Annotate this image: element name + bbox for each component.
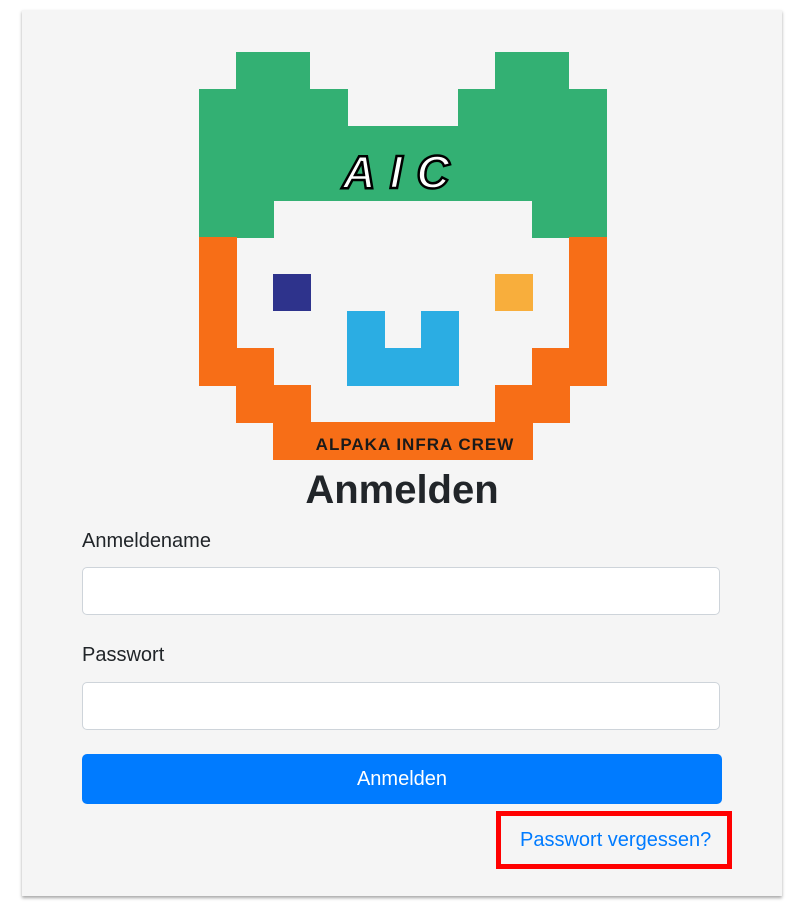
forgot-password-link[interactable]: Passwort vergessen? bbox=[520, 828, 711, 852]
logo-green-top bbox=[199, 52, 607, 238]
username-label: Anmeldename bbox=[82, 530, 211, 552]
logo-mouth bbox=[347, 311, 459, 386]
password-label: Passwort bbox=[82, 644, 165, 666]
page-title: Anmelden bbox=[305, 468, 499, 512]
login-button[interactable]: Anmelden bbox=[82, 754, 722, 804]
logo-right-eye bbox=[495, 274, 533, 311]
logo-bottom-text: ALPAKA INFRA CREW bbox=[316, 435, 515, 454]
logo-left-eye bbox=[273, 274, 311, 311]
password-input[interactable] bbox=[82, 682, 720, 730]
username-input[interactable] bbox=[82, 567, 720, 615]
logo-top-text: AIC bbox=[341, 146, 463, 198]
login-card: AIC ALPAKA INFRA CREW Anmelden Anmeldena… bbox=[22, 10, 782, 896]
aic-logo: AIC ALPAKA INFRA CREW bbox=[199, 52, 607, 460]
